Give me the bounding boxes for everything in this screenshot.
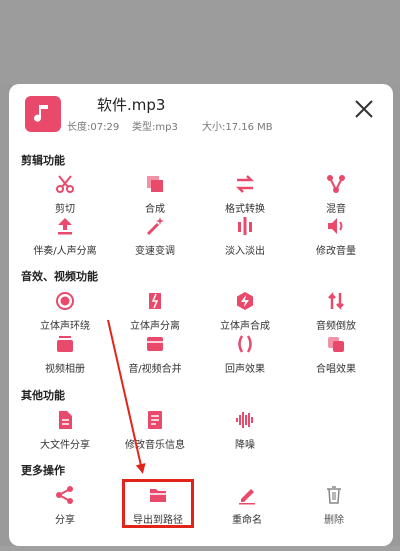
fade-button[interactable]: 淡入淡出: [200, 216, 290, 266]
file-length: 长度:07:29: [67, 122, 120, 133]
chorus-icon: [328, 337, 344, 352]
close-button[interactable]: [353, 98, 375, 120]
chorus-effect-button[interactable]: 合唱效果: [291, 334, 381, 384]
rename-button[interactable]: 重命名: [202, 485, 292, 535]
lightning-icon: [237, 292, 253, 310]
vocal-separate-button[interactable]: 伴奏/人声分离: [20, 216, 110, 266]
file-name: 软件.mp3: [97, 96, 166, 114]
share-button[interactable]: 分享: [20, 485, 110, 535]
music-file-icon: [25, 96, 61, 132]
close-icon: [355, 100, 373, 118]
delete-button[interactable]: 删除: [289, 485, 379, 535]
section-title-more: 更多操作: [21, 464, 65, 477]
edit-music-info-button[interactable]: 修改音乐信息: [110, 410, 200, 460]
section-title-edit: 剪辑功能: [21, 154, 65, 167]
mix-icon: [327, 175, 345, 193]
document-icon: [59, 411, 72, 429]
section-title-other: 其他功能: [21, 389, 65, 402]
share-icon: [56, 486, 73, 504]
dimmed-background: [0, 0, 400, 84]
file-actions-sheet: 软件.mp3 长度:07:29 类型:mp3 大小:17.16 MB 剪辑功能 …: [9, 84, 393, 546]
trash-icon: [327, 486, 341, 504]
scissors-icon: [56, 175, 74, 193]
volume-icon: [328, 218, 343, 234]
parentheses-icon: [238, 335, 252, 353]
video-album-button[interactable]: 视频相册: [20, 334, 110, 384]
waveform-icon: [236, 412, 253, 428]
file-type: 类型:mp3: [132, 122, 178, 133]
info-document-icon: [148, 411, 162, 429]
bottom-shade: [0, 546, 400, 551]
fade-bars-icon: [238, 217, 252, 235]
separate-icon: [149, 293, 161, 309]
echo-effect-button[interactable]: 回声效果: [200, 334, 290, 384]
album-icon: [57, 336, 73, 352]
convert-arrows-icon: [235, 175, 255, 193]
av-merge-button[interactable]: 音/视频合并: [110, 334, 200, 384]
film-icon: [147, 337, 163, 351]
denoise-button[interactable]: 降噪: [200, 410, 290, 460]
magic-wand-icon: [146, 217, 164, 236]
upload-arrow-icon: [58, 218, 72, 235]
volume-button[interactable]: 修改音量: [291, 216, 381, 266]
layers-icon: [147, 176, 163, 192]
section-title-effects: 音效、视频功能: [21, 270, 98, 283]
file-size: 大小:17.16 MB: [202, 122, 273, 133]
surround-icon: [56, 292, 74, 310]
highlight-box: [122, 479, 194, 528]
reverse-arrows-icon: [328, 291, 344, 311]
large-file-share-button[interactable]: 大文件分享: [20, 410, 110, 460]
pencil-icon: [239, 489, 255, 505]
speed-pitch-button[interactable]: 变速变调: [110, 216, 200, 266]
